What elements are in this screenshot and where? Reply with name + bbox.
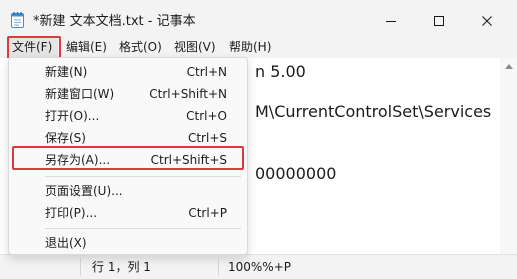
maximize-icon	[434, 16, 444, 26]
menu-item-label: 退出(X)	[45, 236, 87, 250]
menu-item-label: 新建(N)	[45, 65, 88, 79]
save-as-highlight-box	[12, 146, 244, 170]
minimize-button[interactable]	[371, 6, 411, 34]
menu-format[interactable]: 格式(O)	[119, 36, 162, 58]
menu-item-new[interactable]: 新建(N) Ctrl+N	[9, 61, 247, 83]
editor-line: M\CurrentControlSet\Services	[255, 102, 492, 121]
notepad-window: *新建 文本文档.txt - 记事本 文件(F) 编辑(E) 格式(O) 视图(…	[0, 0, 517, 279]
menu-separator	[45, 228, 241, 229]
window-title: *新建 文本文档.txt - 记事本	[33, 14, 196, 29]
zoom-level: 100%%+P	[228, 260, 291, 274]
status-bar: 行 1，列 1 100%%+P	[0, 254, 517, 279]
maximize-button[interactable]	[419, 6, 459, 34]
menu-item-label: 打开(O)...	[45, 109, 100, 123]
menu-view[interactable]: 视图(V)	[174, 36, 216, 58]
menu-item-shortcut: Ctrl+O	[186, 109, 227, 123]
menu-item-label: 打印(P)...	[45, 206, 98, 220]
menu-item-label: 页面设置(U)...	[45, 184, 123, 198]
close-icon	[482, 16, 492, 26]
minimize-icon	[386, 21, 396, 22]
title-bar[interactable]: *新建 文本文档.txt - 记事本	[0, 0, 517, 38]
menu-item-label: 新建窗口(W)	[45, 87, 115, 101]
menu-edit[interactable]: 编辑(E)	[66, 36, 107, 58]
menu-help[interactable]: 帮助(H)	[229, 36, 271, 58]
editor-line: 00000000	[255, 164, 337, 183]
menu-item-new-window[interactable]: 新建窗口(W) Ctrl+Shift+N	[9, 83, 247, 105]
menu-item-exit[interactable]: 退出(X)	[9, 232, 247, 254]
close-button[interactable]	[467, 6, 507, 34]
menu-item-print[interactable]: 打印(P)... Ctrl+P	[9, 202, 247, 224]
menu-item-shortcut: Ctrl+Shift+N	[149, 87, 227, 101]
menu-item-page-setup[interactable]: 页面设置(U)...	[9, 180, 247, 202]
editor-line: n 5.00	[255, 62, 306, 81]
status-divider	[218, 258, 219, 276]
menu-item-open[interactable]: 打开(O)... Ctrl+O	[9, 105, 247, 127]
scroll-up-arrow-icon[interactable]	[505, 64, 513, 69]
notepad-icon	[11, 12, 24, 28]
menu-separator	[45, 176, 241, 177]
menu-bar: 文件(F) 编辑(E) 格式(O) 视图(V) 帮助(H)	[0, 36, 517, 58]
vertical-scrollbar[interactable]	[500, 58, 517, 254]
status-divider	[80, 258, 81, 276]
menu-item-shortcut: Ctrl+N	[186, 65, 227, 79]
cursor-position: 行 1，列 1	[92, 260, 151, 274]
menu-item-shortcut: Ctrl+P	[188, 206, 227, 220]
